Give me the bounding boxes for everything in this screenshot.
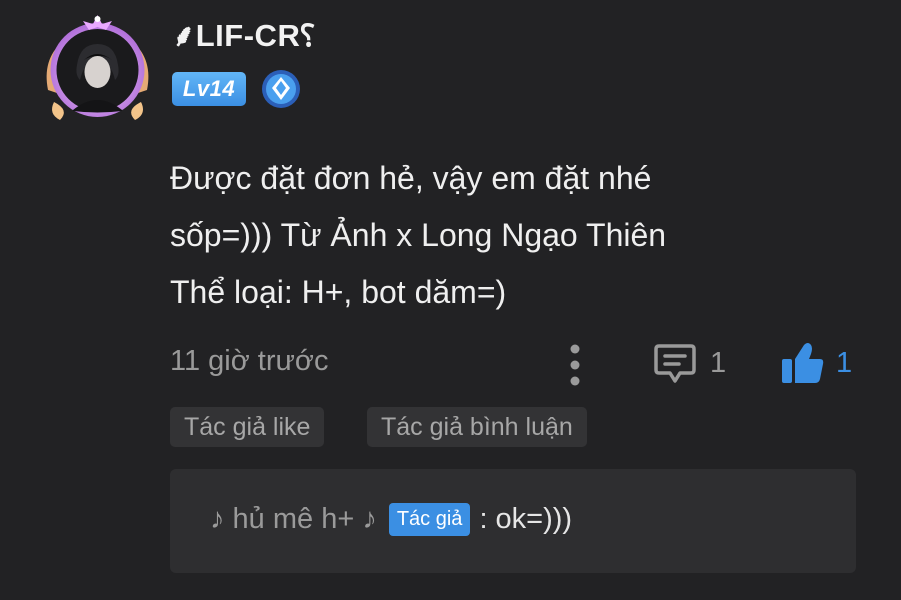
comment-text: Được đặt đơn hẻ, vậy em đặt nhé sốp=))) … (170, 150, 870, 321)
tag-author-liked: Tác giả like (170, 407, 325, 447)
comment-icon (654, 344, 696, 383)
username[interactable]: ⸙LIF-CR⸮ (172, 14, 315, 56)
comment-line: Thể loại: H+, bot dăm=) (170, 274, 507, 310)
tag-author-commented: Tác giả bình luận (367, 407, 587, 447)
reply-button[interactable]: 1 (652, 340, 726, 386)
like-button[interactable]: 1 (778, 338, 852, 388)
author-badge: Tác giả (388, 503, 471, 536)
comment-line: sốp=))) Từ Ảnh x Long Ngạo Thiên (170, 217, 667, 253)
reply-preview[interactable]: ♪ hủ mê h+ ♪ Tác giả : ok=))) (170, 469, 856, 573)
level-badge: Lv14 (172, 72, 246, 106)
reply-line: ♪ hủ mê h+ ♪ Tác giả : ok=))) (210, 503, 572, 536)
comment-line: Được đặt đơn hẻ, vậy em đặt nhé (170, 160, 652, 196)
diamond-rank-icon (262, 70, 300, 108)
reply-count: 1 (710, 346, 727, 379)
reply-text: : ok=))) (479, 503, 573, 535)
reply-author[interactable]: ♪ hủ mê h+ ♪ (210, 503, 377, 536)
avatar[interactable] (40, 10, 155, 125)
avatar-frame-icon (46, 15, 149, 120)
more-options-icon[interactable] (562, 342, 588, 388)
timestamp: 11 giờ trước (170, 345, 329, 377)
thumbs-up-icon (782, 343, 824, 383)
like-count: 1 (836, 346, 853, 379)
